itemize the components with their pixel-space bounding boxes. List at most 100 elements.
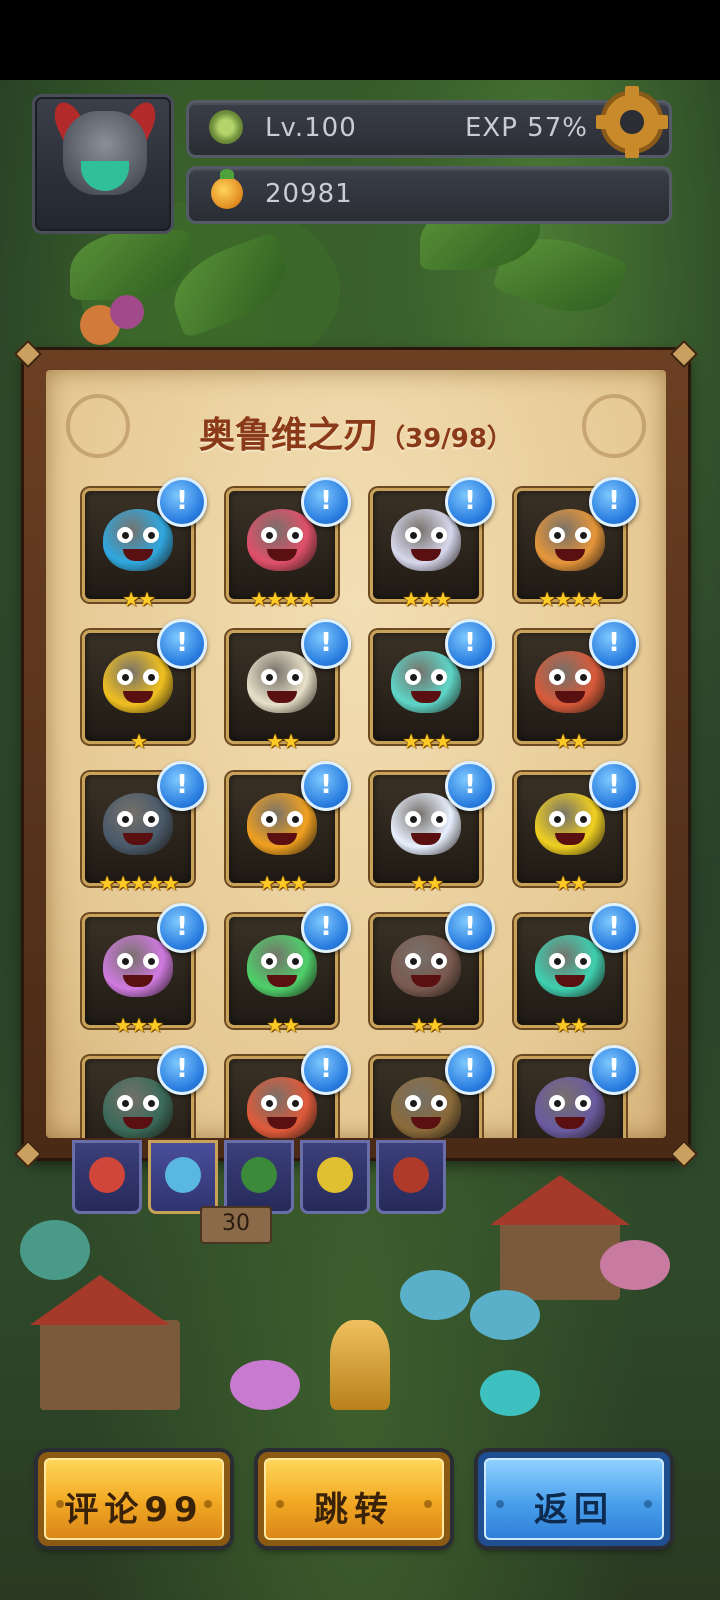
monster-card[interactable]: ! ★★ [82,477,207,611]
jump-button-label: 跳转 [314,1490,394,1530]
monster-mouth [267,549,297,561]
star-rating: ★★★★ [250,587,316,611]
monster-card[interactable]: ! ★★★★★ [82,761,207,895]
monster-mouth [411,975,441,987]
monster-card[interactable]: ! ★★★ [370,619,495,753]
monster-card[interactable]: ! ★★ [226,903,351,1037]
new-alert-badge: ! [157,761,207,811]
monster-eye [575,811,591,827]
gear-tooth [654,115,668,129]
light-monster-icon [317,1157,353,1193]
monster-card[interactable]: ! ★★ [514,619,639,753]
monster-eye [143,669,159,685]
monster-card[interactable]: ! [370,1045,495,1138]
back-button-label: 返回 [534,1490,614,1530]
monster-mouth [123,1117,153,1129]
new-alert-badge: ! [445,477,495,527]
new-alert-badge: ! [157,903,207,953]
monster-mouth [267,1117,297,1129]
new-alert-badge: ! [157,619,207,669]
monster-card[interactable]: ! ★ [82,619,207,753]
monster-eye [405,1095,421,1111]
monster-eye [431,669,447,685]
gear-icon[interactable] [596,86,668,158]
comment-button[interactable]: 评论99 [38,1452,230,1546]
monster-mouth [555,833,585,845]
monster-eye [261,1095,277,1111]
tab-nature[interactable] [224,1140,294,1214]
level-exp-bar: Lv.100 EXP 57% [186,100,672,158]
jump-button[interactable]: 跳转 [258,1452,450,1546]
monster-mouth [123,691,153,703]
tab-dark[interactable] [376,1140,446,1214]
monster-card[interactable]: ! ★★ [514,903,639,1037]
monster-mouth [555,549,585,561]
monster-card[interactable]: ! ★★ [370,761,495,895]
monster-eye [143,811,159,827]
monster-card[interactable]: ! [514,1045,639,1138]
monster-eye [575,953,591,969]
monster-mouth [411,691,441,703]
monster-eye [261,953,277,969]
monster-card[interactable]: ! [82,1045,207,1138]
star-rating: ★★ [266,1013,300,1037]
tab-water[interactable] [148,1140,218,1214]
collection-panel: 奥鲁维之刃（39/98） ! ★★! ★★★★! ★★★! ★★★★! ★! ★★! ★★★!… [13,339,699,1169]
new-alert-badge: ! [445,903,495,953]
monster-eye [575,1095,591,1111]
monster-card[interactable]: ! ★★ [514,761,639,895]
monster-card[interactable]: ! ★★★ [370,477,495,611]
monster-eye [431,527,447,543]
tab-fire[interactable] [72,1140,142,1214]
monster-card[interactable]: ! ★★ [226,619,351,753]
new-alert-badge: ! [589,903,639,953]
water-monster-icon [165,1157,201,1193]
village-monster [470,1290,540,1340]
star-rating: ★★★ [402,587,452,611]
village-monster [400,1270,470,1320]
fruit-icon [211,169,243,209]
gear-tooth [596,115,610,129]
monster-eye [287,1095,303,1111]
golden-statue [330,1320,390,1410]
gear-tooth [625,86,639,100]
star-rating: ★★ [554,1013,588,1037]
monster-card[interactable]: ! [226,1045,351,1138]
monster-eye [117,811,133,827]
new-alert-badge: ! [445,1045,495,1095]
monster-eye [431,953,447,969]
currency-amount: 20981 [265,179,353,209]
collection-name: 奥鲁维之刃 [199,415,380,456]
comment-button-face: 评论99 [44,1458,224,1540]
monster-mouth [123,549,153,561]
gear-tooth [625,144,639,158]
fruit-decoration [110,295,144,329]
monster-mouth [555,975,585,987]
player-avatar[interactable] [32,94,174,234]
monster-eye [287,953,303,969]
monster-eye [261,811,277,827]
monster-eye [117,669,133,685]
back-button[interactable]: 返回 [478,1452,670,1546]
new-alert-badge: ! [589,619,639,669]
monster-mouth [555,691,585,703]
monster-mouth [555,1117,585,1129]
tab-light[interactable] [300,1140,370,1214]
monster-card[interactable]: ! ★★★★ [514,477,639,611]
new-alert-badge: ! [157,1045,207,1095]
new-alert-badge: ! [301,1045,351,1095]
star-rating: ★★★ [402,729,452,753]
level-text: Lv.100 [265,113,357,143]
monster-card[interactable]: ! ★★★★ [226,477,351,611]
monster-mouth [123,833,153,845]
star-rating: ★★ [266,729,300,753]
star-rating: ★★★★★ [98,871,180,895]
monster-card[interactable]: ! ★★★ [82,903,207,1037]
monster-card[interactable]: ! ★★★ [226,761,351,895]
monster-eye [287,669,303,685]
collection-count: （39/98） [379,424,513,454]
monster-card[interactable]: ! ★★ [370,903,495,1037]
monster-eye [143,953,159,969]
village-monster [230,1360,300,1410]
monster-eye [261,527,277,543]
